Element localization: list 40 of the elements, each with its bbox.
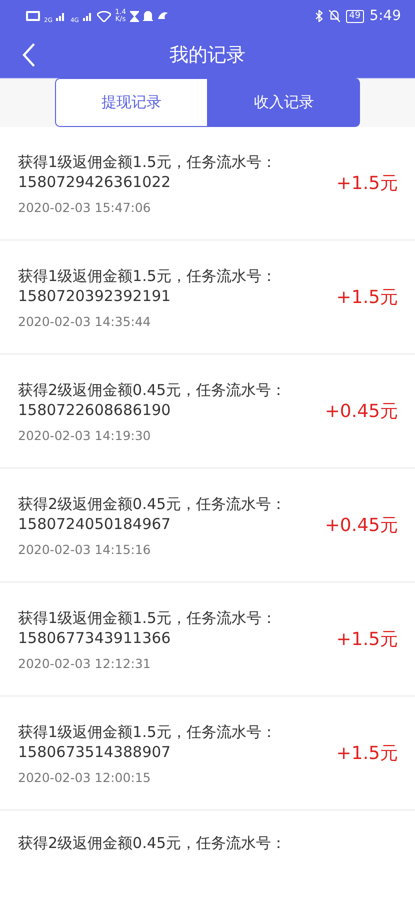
serial-number: 1580724050184967 xyxy=(18,514,172,534)
hourglass-icon xyxy=(130,10,140,22)
tab[interactable]: 收入记录 xyxy=(208,78,360,127)
record-description: 获得1级返佣金额1.5元，任务流水号： xyxy=(18,608,278,628)
bird-icon xyxy=(157,11,170,21)
serial-number: 1580673514388907 xyxy=(18,742,172,762)
bluetooth-icon xyxy=(315,10,324,22)
record-description: 获得2级返佣金额0.45元，任务流水号： xyxy=(18,833,287,853)
record-time: 2020-02-03 12:12:31 xyxy=(18,656,152,670)
record-time: 2020-02-03 14:19:30 xyxy=(18,428,152,442)
bell-icon xyxy=(143,10,154,22)
signal-icon xyxy=(82,11,93,21)
sim-card-icon xyxy=(26,11,40,21)
serial-number: 1580677343911366 xyxy=(18,628,172,648)
record-description: 获得1级返佣金额1.5元，任务流水号： xyxy=(18,722,278,742)
amount-text: +0.45元 xyxy=(324,514,398,537)
tab[interactable]: 提现记录 xyxy=(55,78,208,127)
signal-icon xyxy=(56,11,66,21)
amount-text: +0.45元 xyxy=(324,400,398,423)
page-title: 我的记录 xyxy=(170,43,246,68)
wifi-icon xyxy=(96,10,111,22)
bell-off-icon xyxy=(329,10,340,22)
amount-text: +1.5元 xyxy=(336,172,398,195)
amount-text: +1.5元 xyxy=(336,286,398,309)
record-time: 2020-02-03 14:15:16 xyxy=(18,542,152,556)
serial-number: 1580729426361022 xyxy=(18,172,172,192)
record-time: 2020-02-03 15:47:06 xyxy=(18,200,152,214)
record-description: 获得1级返佣金额1.5元，任务流水号： xyxy=(18,152,278,172)
serial-number: 1580720392392191 xyxy=(18,286,172,306)
record-time: 2020-02-03 14:35:44 xyxy=(18,314,152,328)
amount-text: +1.5元 xyxy=(336,742,398,765)
record-description: 获得1级返佣金额1.5元，任务流水号： xyxy=(18,266,278,286)
serial-number: 1580722608686190 xyxy=(18,400,172,420)
battery-indicator: 49 xyxy=(346,10,364,22)
back-icon xyxy=(22,43,36,67)
status-time: 5:49 xyxy=(370,8,401,24)
record-time: 2020-02-03 12:00:15 xyxy=(18,770,152,784)
record-description: 获得2级返佣金额0.45元，任务流水号： xyxy=(18,380,287,400)
record-description: 获得2级返佣金额0.45元，任务流水号： xyxy=(18,494,287,514)
amount-text: +1.5元 xyxy=(336,628,398,651)
